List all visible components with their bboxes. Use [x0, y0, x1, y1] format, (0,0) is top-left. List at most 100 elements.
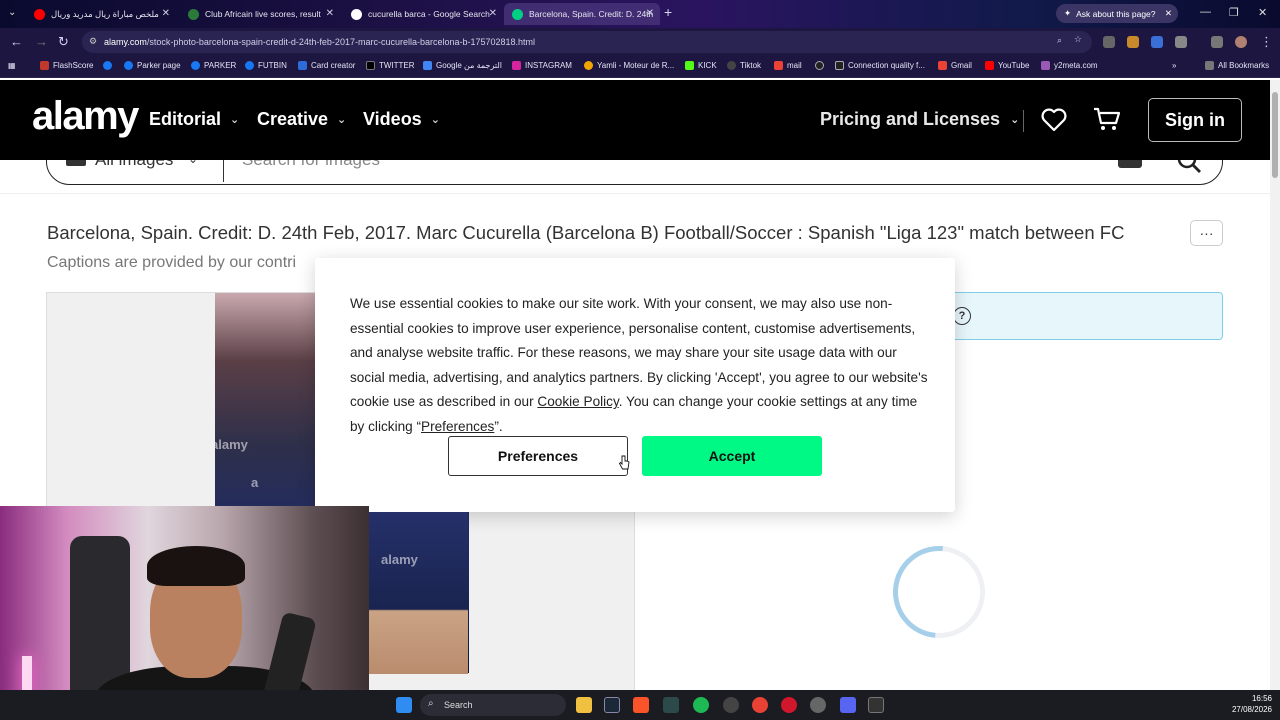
minimize-icon[interactable]: —: [1200, 6, 1211, 18]
camera-search-icon[interactable]: [1118, 160, 1142, 168]
watermark: alamy: [381, 552, 418, 567]
url-field[interactable]: ⚙ alamy.com/stock-photo-barcelona-spain-…: [82, 31, 1092, 53]
preferences-button[interactable]: Preferences: [448, 436, 628, 476]
chevron-right-icon[interactable]: »: [1172, 61, 1176, 70]
bookmark-parker[interactable]: PARKER: [191, 61, 236, 70]
media-icon[interactable]: [1211, 36, 1223, 48]
steam-icon[interactable]: [604, 697, 620, 713]
bookmark-yamli[interactable]: Yamli - Moteur de R...: [584, 61, 674, 70]
alamy-logo[interactable]: alamy: [32, 94, 139, 139]
close-icon[interactable]: ✕: [162, 8, 170, 19]
bookmark-facebook[interactable]: [103, 61, 116, 70]
cookie-consent-dialog: We use essential cookies to make our sit…: [315, 258, 955, 512]
heart-icon[interactable]: [1041, 108, 1067, 132]
bookmark-google-translate[interactable]: Google الترجمة من: [423, 61, 502, 70]
bookmark-futbin[interactable]: FUTBIN: [245, 61, 287, 70]
close-icon[interactable]: ✕: [646, 8, 654, 19]
close-icon[interactable]: ✕: [326, 8, 334, 19]
chevron-down-icon: ⌄: [430, 114, 440, 126]
app-icon[interactable]: [663, 697, 679, 713]
zoom-icon[interactable]: ⌕: [1057, 35, 1062, 46]
bookmark-flashscore[interactable]: FlashScore: [40, 61, 93, 70]
extension-icon[interactable]: [1103, 36, 1115, 48]
youtube-icon: [34, 8, 45, 20]
bookmark-connection-quality[interactable]: Connection quality f...: [835, 61, 925, 70]
extension-icon[interactable]: [1127, 36, 1139, 48]
page-scrollbar[interactable]: [1270, 80, 1280, 690]
more-options-button[interactable]: ···: [1190, 220, 1223, 246]
close-icon[interactable]: ✕: [1165, 8, 1172, 19]
terminal-icon[interactable]: [868, 697, 884, 713]
cookie-message: We use essential cookies to make our sit…: [350, 296, 928, 434]
forward-icon[interactable]: →: [35, 34, 48, 49]
tab-label: ملخص مباراة ريال مدريد وريال: [51, 8, 159, 19]
tab-label: cucurella barca - Google Search: [368, 9, 490, 19]
speed-icon[interactable]: [723, 697, 739, 713]
help-icon[interactable]: ?: [953, 307, 971, 325]
bookmark-gmail[interactable]: Gmail: [938, 61, 972, 70]
tab-1[interactable]: ملخص مباراة ريال مدريد وريال ✕: [26, 3, 176, 25]
search-scope-select[interactable]: All images: [95, 160, 173, 170]
opera-icon[interactable]: [781, 697, 797, 713]
nav-editorial[interactable]: Editorial ⌄: [149, 109, 239, 130]
extensions-puzzle-icon[interactable]: [1175, 36, 1187, 48]
bookmark-card-creator[interactable]: Card creator: [298, 61, 355, 70]
reload-icon[interactable]: ↻: [58, 34, 69, 50]
tab-2[interactable]: Club Africain live scores, result ✕: [180, 3, 340, 25]
bookmark-twitter[interactable]: TWITTER: [366, 61, 415, 70]
back-icon[interactable]: ←: [10, 34, 23, 49]
bookmark-mail[interactable]: mail: [774, 61, 802, 70]
ask-about-page-button[interactable]: ✦ Ask about this page? ✕: [1056, 4, 1178, 23]
tab-search-icon[interactable]: ⌄: [8, 7, 16, 18]
bookmark-y2meta[interactable]: y2meta.com: [1041, 61, 1098, 70]
bookmark-parker-page[interactable]: Parker page: [124, 61, 181, 70]
tab-4-active[interactable]: Barcelona, Spain. Credit: D. 24th ✕: [504, 3, 660, 25]
header-divider: [1023, 110, 1024, 132]
nav-label: Editorial: [149, 109, 222, 129]
discord-icon[interactable]: [840, 697, 856, 713]
clock[interactable]: 16:56 27/08/2026: [1222, 693, 1272, 715]
nav-videos[interactable]: Videos ⌄: [363, 109, 440, 130]
bookmark-star-icon[interactable]: ☆: [1074, 34, 1082, 45]
windows-start-icon[interactable]: [396, 697, 412, 713]
app-icon[interactable]: [810, 697, 826, 713]
site-info-icon[interactable]: ⚙: [89, 36, 97, 47]
bookmark-youtube[interactable]: YouTube: [985, 61, 1029, 70]
chevron-down-icon: ⌄: [337, 114, 347, 126]
bookmark-kick[interactable]: KICK: [685, 61, 717, 70]
close-window-icon[interactable]: ✕: [1258, 6, 1267, 19]
nav-creative[interactable]: Creative ⌄: [257, 109, 346, 130]
scrollbar-thumb[interactable]: [1272, 92, 1278, 178]
chrome-icon[interactable]: [752, 697, 768, 713]
sign-in-button[interactable]: Sign in: [1148, 98, 1242, 142]
search-icon[interactable]: [1176, 160, 1202, 174]
taskbar-search[interactable]: ⌕ Search: [420, 694, 566, 716]
extension-icon[interactable]: [1151, 36, 1163, 48]
pricing-label: Pricing and Licenses: [820, 109, 1001, 129]
all-bookmarks[interactable]: All Bookmarks: [1205, 61, 1269, 70]
apps-grid-icon[interactable]: ▦: [8, 61, 16, 70]
bookmark-chatgpt[interactable]: [815, 61, 828, 70]
preferences-link[interactable]: Preferences: [421, 419, 494, 434]
chevron-down-icon: ⌄: [188, 160, 198, 166]
bookmark-tiktok[interactable]: Tiktok: [727, 61, 761, 70]
profile-avatar[interactable]: [1235, 36, 1247, 48]
bookmark-instagram[interactable]: INSTAGRAM: [512, 61, 572, 70]
menu-icon[interactable]: ⋮: [1260, 34, 1273, 50]
file-explorer-icon[interactable]: [576, 697, 592, 713]
cookie-policy-link[interactable]: Cookie Policy: [537, 394, 618, 409]
accept-button[interactable]: Accept: [642, 436, 822, 476]
restore-icon[interactable]: ❐: [1229, 6, 1239, 19]
stock-photo-lower: alamy: [369, 512, 468, 674]
person-hair: [147, 546, 245, 586]
tab-3[interactable]: cucurella barca - Google Search ✕: [343, 3, 503, 25]
new-tab-icon[interactable]: +: [664, 4, 672, 20]
watermark: alamy: [215, 437, 248, 452]
search-input[interactable]: Search for images: [242, 160, 380, 170]
brave-icon[interactable]: [633, 697, 649, 713]
spotify-icon[interactable]: [693, 697, 709, 713]
webcam-overlay: [0, 506, 369, 720]
cart-icon[interactable]: [1093, 106, 1121, 132]
nav-pricing-and-licenses[interactable]: Pricing and Licenses ⌄: [820, 109, 1019, 130]
close-icon[interactable]: ✕: [489, 8, 497, 19]
